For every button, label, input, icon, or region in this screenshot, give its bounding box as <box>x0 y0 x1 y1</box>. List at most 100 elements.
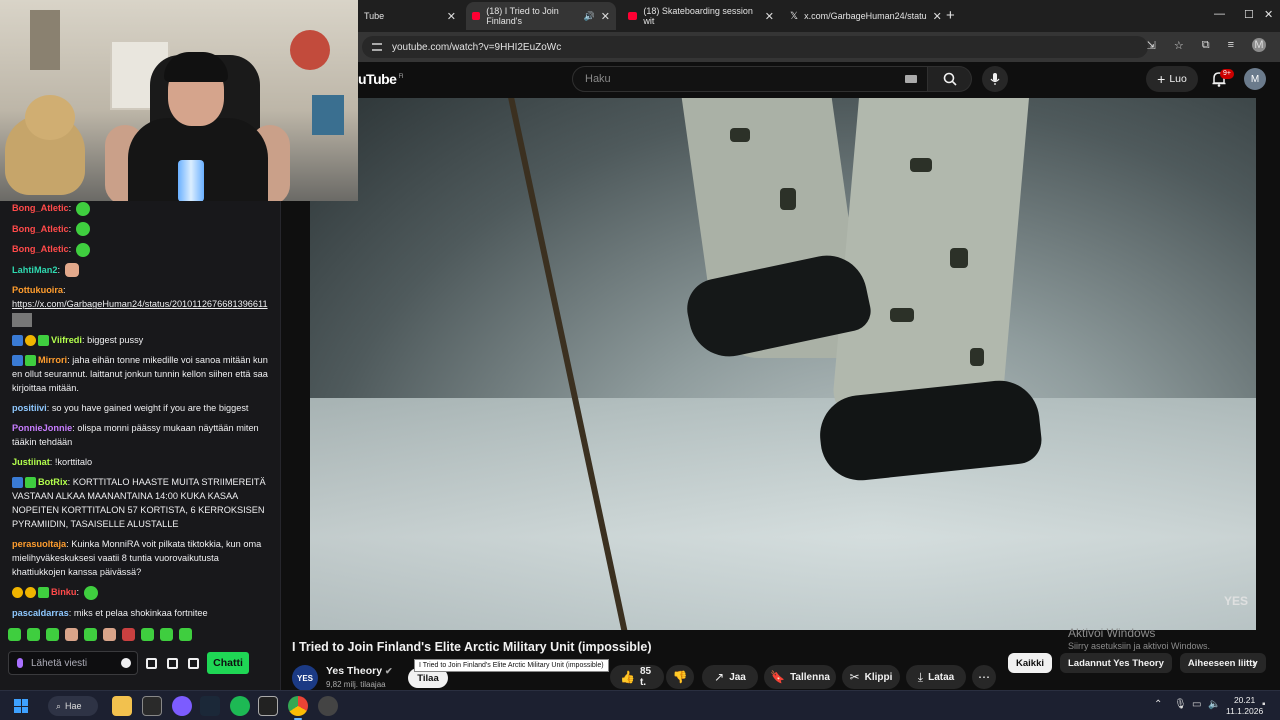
search-input[interactable]: Haku <box>572 66 928 92</box>
chat-username[interactable]: Mirrori <box>38 355 67 365</box>
chat-username[interactable]: Viifredi <box>51 335 82 345</box>
wall-poster <box>30 10 60 70</box>
thumbs-up-icon: 👍 <box>620 670 635 684</box>
close-tab-icon[interactable]: ✕ <box>447 10 456 23</box>
chat-link[interactable]: https://x.com/GarbageHuman24/status/2010… <box>12 299 268 309</box>
keyboard-icon[interactable] <box>905 75 917 83</box>
media-controls-icon[interactable]: ≡ <box>1228 39 1234 51</box>
capcut-icon[interactable] <box>142 696 162 716</box>
gift-icon[interactable] <box>167 657 178 669</box>
camo-patch <box>890 308 914 322</box>
chat-username[interactable]: LahtiMan2 <box>12 265 57 275</box>
emote-icon[interactable] <box>84 628 97 641</box>
youtube-logo-text: uTube <box>358 71 397 87</box>
tray-mic-icon[interactable]: 🎙 <box>1174 699 1187 710</box>
emote-icon[interactable] <box>27 628 40 641</box>
chip-all[interactable]: Kaikki <box>1008 653 1052 673</box>
address-bar[interactable]: youtube.com/watch?v=9HHI2EuZoWc <box>362 36 1148 58</box>
download-button[interactable]: ⤓ Lataa <box>906 665 966 689</box>
file-explorer-icon[interactable] <box>112 696 132 716</box>
close-tab-icon[interactable]: ✕ <box>765 10 774 23</box>
emote-icon[interactable] <box>65 628 78 641</box>
clip-button[interactable]: ✂ Klippi <box>842 665 900 689</box>
chat-username[interactable]: Bong_Atletic <box>12 244 69 254</box>
search-button[interactable] <box>928 66 972 92</box>
like-button[interactable]: 👍 85 t. <box>610 665 664 689</box>
voice-search-button[interactable] <box>982 66 1008 92</box>
chip-from-channel[interactable]: Ladannut Yes Theory <box>1060 653 1172 673</box>
chat-username[interactable]: Binku <box>51 587 77 597</box>
browser-tab-active[interactable]: (18) I Tried to Join Finland's 🔊 ✕ <box>466 2 616 30</box>
save-button[interactable]: 🔖 Tallenna <box>764 665 836 689</box>
chat-username[interactable]: BotRix <box>38 477 68 487</box>
emoji-icon[interactable] <box>121 658 131 668</box>
browser-tab[interactable]: (18) Skateboarding session wit ✕ <box>622 4 780 28</box>
youtube-logo[interactable]: uTube FI <box>358 71 403 87</box>
title-tooltip: I Tried to Join Finland's Elite Arctic M… <box>414 659 609 672</box>
channel-name[interactable]: Yes Theory ✔ <box>326 665 393 677</box>
taskbar-clock[interactable]: 20.21 11.1.2026 <box>1226 695 1263 717</box>
install-app-icon[interactable]: ⇲ <box>1147 39 1156 52</box>
volume-icon[interactable]: 🔈 <box>1208 699 1220 710</box>
chat-message-list[interactable]: Bong_Atletic: Bong_Atletic: Bong_Atletic… <box>0 201 281 621</box>
emote-icon[interactable] <box>141 628 154 641</box>
more-actions-icon[interactable]: ⋯ <box>972 665 996 689</box>
spotify-icon[interactable] <box>230 696 250 716</box>
chevron-right-icon[interactable]: › <box>1252 654 1257 670</box>
chat-message-text: biggest pussy <box>87 335 144 346</box>
video-player[interactable]: YES <box>310 98 1256 630</box>
speaker-icon[interactable]: 🔊 <box>584 11 595 22</box>
emote-icon[interactable] <box>103 628 116 641</box>
chat-username[interactable]: pascaldarras <box>12 608 69 618</box>
chat-username[interactable]: Bong_Atletic <box>12 224 69 234</box>
new-tab-icon[interactable]: + <box>946 7 955 24</box>
taskbar-search[interactable]: ⌕ Hae <box>48 696 98 716</box>
close-tab-icon[interactable]: ✕ <box>601 10 610 23</box>
dislike-button[interactable]: 👎 <box>666 665 694 689</box>
site-info-icon[interactable] <box>372 43 382 51</box>
obs-icon[interactable] <box>318 696 338 716</box>
emote-icon[interactable] <box>122 628 135 641</box>
browser-tab[interactable]: 𝕏 x.com/GarbageHuman24/statu ✕ <box>784 4 942 28</box>
chrome-icon[interactable] <box>288 696 308 720</box>
network-icon[interactable]: ▭ <box>1192 699 1201 710</box>
chat-username[interactable]: positiivi <box>12 403 47 413</box>
tray-chevron-up-icon[interactable]: ⌃ <box>1154 699 1162 710</box>
share-button[interactable]: ↗ Jaa <box>702 665 758 689</box>
clock-date: 11.1.2026 <box>1226 706 1264 716</box>
discord-icon[interactable] <box>172 696 192 716</box>
chat-send-button[interactable]: Chatti <box>207 652 249 674</box>
close-tab-icon[interactable]: ✕ <box>933 10 942 23</box>
close-window-icon[interactable]: ✕ <box>1264 8 1273 21</box>
chat-username[interactable]: PonnieJonnie <box>12 423 72 433</box>
bookmark-star-icon[interactable]: ☆ <box>1174 39 1184 52</box>
account-avatar[interactable]: M <box>1244 68 1266 90</box>
emote-icon[interactable] <box>160 628 173 641</box>
mic-icon[interactable] <box>17 658 23 668</box>
emote-icon[interactable] <box>46 628 59 641</box>
browser-toolbar-icons: ⇲ ☆ ⧉ ≡ M <box>1147 38 1266 52</box>
browser-profile-avatar[interactable]: M <box>1252 38 1266 52</box>
emote-picker-icon[interactable] <box>146 657 157 669</box>
windows-start-icon[interactable] <box>14 699 28 713</box>
emote-icon[interactable] <box>8 628 21 641</box>
channel-avatar[interactable]: YES <box>292 665 318 691</box>
extensions-icon[interactable]: ⧉ <box>1202 39 1210 52</box>
minimize-icon[interactable]: — <box>1214 8 1225 20</box>
chat-username[interactable]: perasuoltaja <box>12 539 66 549</box>
browser-tab[interactable]: Tube ✕ <box>358 4 462 28</box>
emote-icon[interactable] <box>179 628 192 641</box>
wall-decor <box>290 30 330 70</box>
notification-center-icon[interactable]: ▪ <box>1262 699 1266 710</box>
notion-icon[interactable] <box>258 696 278 716</box>
chat-username[interactable]: Justiinat <box>12 457 50 467</box>
create-button[interactable]: + Luo <box>1146 66 1198 92</box>
steam-icon[interactable] <box>200 696 220 716</box>
chat-username[interactable]: Pottukuoira <box>12 285 63 295</box>
maximize-icon[interactable]: ☐ <box>1244 8 1254 21</box>
chat-badge-icon <box>38 335 49 347</box>
chat-username[interactable]: Bong_Atletic <box>12 203 69 213</box>
settings-gear-icon[interactable] <box>188 657 199 669</box>
chat-input[interactable]: Lähetä viesti <box>8 651 138 675</box>
link-thumbnail[interactable] <box>12 313 32 328</box>
